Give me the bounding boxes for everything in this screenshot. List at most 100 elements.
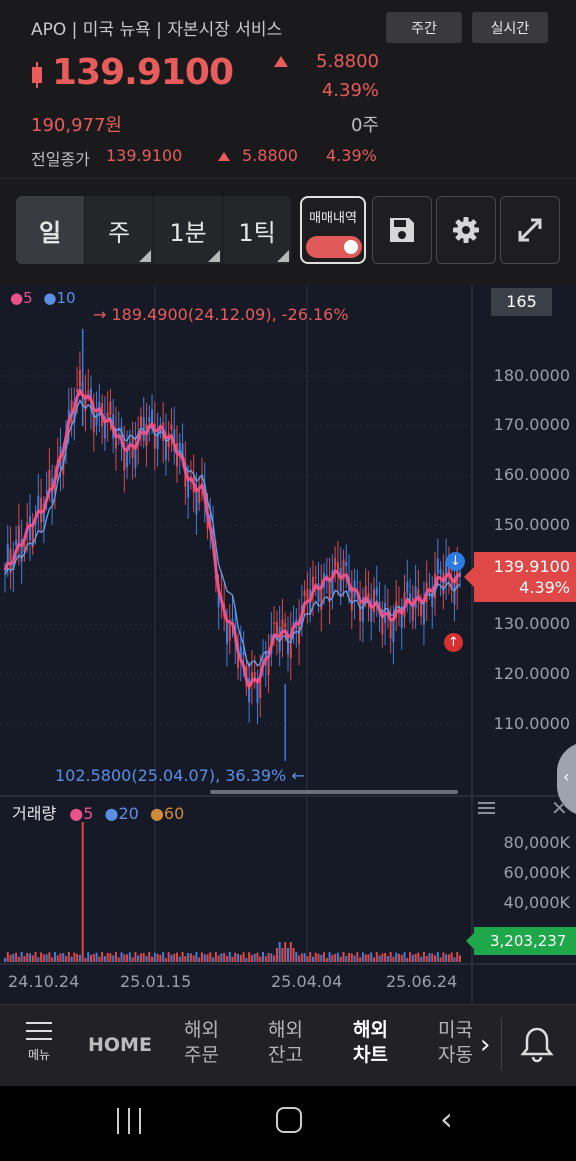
volume-bar — [117, 957, 120, 962]
menu-button[interactable]: 메뉴 — [20, 1022, 58, 1068]
volume-bar — [384, 953, 387, 962]
back-icon[interactable]: ‹ — [440, 1100, 453, 1138]
high-annotation-text: 189.4900(24.12.09), -26.16% — [111, 305, 349, 324]
period-1tick-tab[interactable]: 1틱 — [223, 196, 292, 264]
toggle-knob — [344, 240, 358, 254]
y-tick-130: 130.0000 — [493, 614, 570, 633]
candle-body — [45, 490, 48, 493]
volume-bar — [342, 952, 345, 962]
ma5-label: 5 — [23, 289, 33, 307]
volume-bar — [298, 955, 301, 962]
recent-apps-icon[interactable] — [117, 1108, 141, 1134]
volume-bar — [248, 952, 251, 962]
chart-canvas[interactable] — [0, 284, 576, 1004]
volume-bar — [311, 956, 314, 962]
volume-bar — [81, 822, 84, 962]
volume-bar — [459, 955, 461, 962]
volume-bar — [84, 957, 87, 962]
volume-bar — [181, 952, 184, 962]
volume-current-value: 3,203,237 — [490, 932, 567, 950]
buy-marker-icon[interactable]: ↑ — [444, 633, 463, 652]
volume-bar — [250, 954, 253, 962]
nav-more-chevron-icon[interactable]: › — [480, 1030, 490, 1060]
prev-close-label: 전일종가 — [31, 150, 90, 169]
period-1min-label: 1분 — [169, 218, 207, 247]
candle-body — [436, 558, 439, 574]
period-week-tab[interactable]: 주 — [85, 196, 154, 264]
volume-bar — [264, 956, 267, 962]
volume-bar — [164, 957, 167, 962]
menu-icon-mid — [26, 1030, 52, 1032]
trade-history-toggle[interactable]: 매매내역 — [300, 196, 366, 264]
volume-bar — [378, 955, 381, 962]
settings-button[interactable] — [436, 196, 496, 264]
volume-bar — [76, 953, 79, 962]
volume-bar — [206, 954, 209, 962]
weekly-button[interactable]: 주간 — [386, 12, 462, 43]
period-1min-tab[interactable]: 1분 — [154, 196, 223, 264]
period-day-tab[interactable]: 일 — [16, 196, 85, 264]
save-button[interactable] — [372, 196, 432, 264]
volume-bar — [98, 956, 101, 962]
candle-body — [439, 569, 442, 574]
y-tick-170: 170.0000 — [493, 415, 570, 434]
volume-bar — [414, 953, 417, 962]
volume-bar — [195, 952, 198, 962]
close-icon[interactable]: ✕ — [551, 796, 568, 820]
volume-bar — [15, 952, 18, 962]
volume-bar — [198, 957, 201, 962]
nav-overseas-chart[interactable]: 해외 차트 — [353, 1018, 388, 1068]
vol5-label: 5 — [83, 804, 94, 823]
candle-body — [406, 582, 409, 594]
candle-body — [87, 390, 90, 394]
vol-tick-40k: 40,000K — [503, 893, 570, 912]
volume-bar — [6, 952, 9, 962]
bell-icon[interactable] — [520, 1026, 554, 1068]
volume-bar — [12, 953, 15, 962]
nav-overseas-balance[interactable]: 해외 잔고 — [268, 1018, 303, 1068]
volume-bar — [242, 952, 245, 962]
volume-bar — [223, 953, 226, 962]
home-icon[interactable] — [276, 1107, 302, 1133]
volume-bar — [428, 953, 431, 962]
volume-bar — [153, 952, 156, 962]
volume-bar — [436, 952, 439, 962]
candle-body — [48, 470, 51, 490]
volume-bar — [372, 957, 375, 962]
volume-bar — [292, 948, 295, 962]
sell-marker-icon[interactable]: ↓ — [446, 552, 465, 571]
volume-bar — [395, 952, 398, 962]
volume-bar — [56, 955, 59, 962]
candle-body — [345, 562, 348, 567]
volume-bar — [278, 942, 281, 962]
volume-bar — [328, 952, 331, 962]
period-1tick-label: 1틱 — [238, 218, 276, 247]
volume-bar — [317, 953, 320, 962]
fullscreen-button[interactable] — [500, 196, 560, 264]
hamburger-icon[interactable] — [478, 802, 495, 814]
volume-bar — [273, 955, 276, 962]
chart-scrollbar[interactable] — [210, 790, 458, 794]
volume-bar — [123, 954, 126, 962]
candle-body — [273, 622, 276, 624]
volume-bar — [356, 952, 359, 962]
save-icon — [390, 218, 414, 242]
volume-bar — [262, 952, 265, 962]
candle-body — [372, 589, 375, 613]
price-chart-area[interactable]: ●5 ●10 165 → 189.4900(24.12.09), -26.16%… — [0, 284, 576, 1004]
nav-home[interactable]: HOME — [88, 1033, 152, 1058]
nav-us-auto[interactable]: 미국 자동 — [438, 1018, 473, 1068]
volume-bar — [417, 952, 420, 962]
menu-icon — [26, 1022, 52, 1040]
volume-bar — [406, 957, 409, 962]
volume-bar — [420, 956, 423, 962]
candle-body — [375, 587, 378, 596]
volume-legend: 거래량 ●5 ●20 ●60 — [12, 800, 184, 824]
volume-bar — [20, 952, 23, 962]
nav-overseas-order[interactable]: 해외 주문 — [184, 1018, 219, 1068]
bar-count-box[interactable]: 165 — [491, 288, 552, 316]
realtime-button[interactable]: 실시간 — [472, 12, 548, 43]
volume-bar — [275, 948, 278, 962]
volume-bar — [453, 957, 456, 962]
toggle-switch[interactable] — [306, 236, 362, 258]
